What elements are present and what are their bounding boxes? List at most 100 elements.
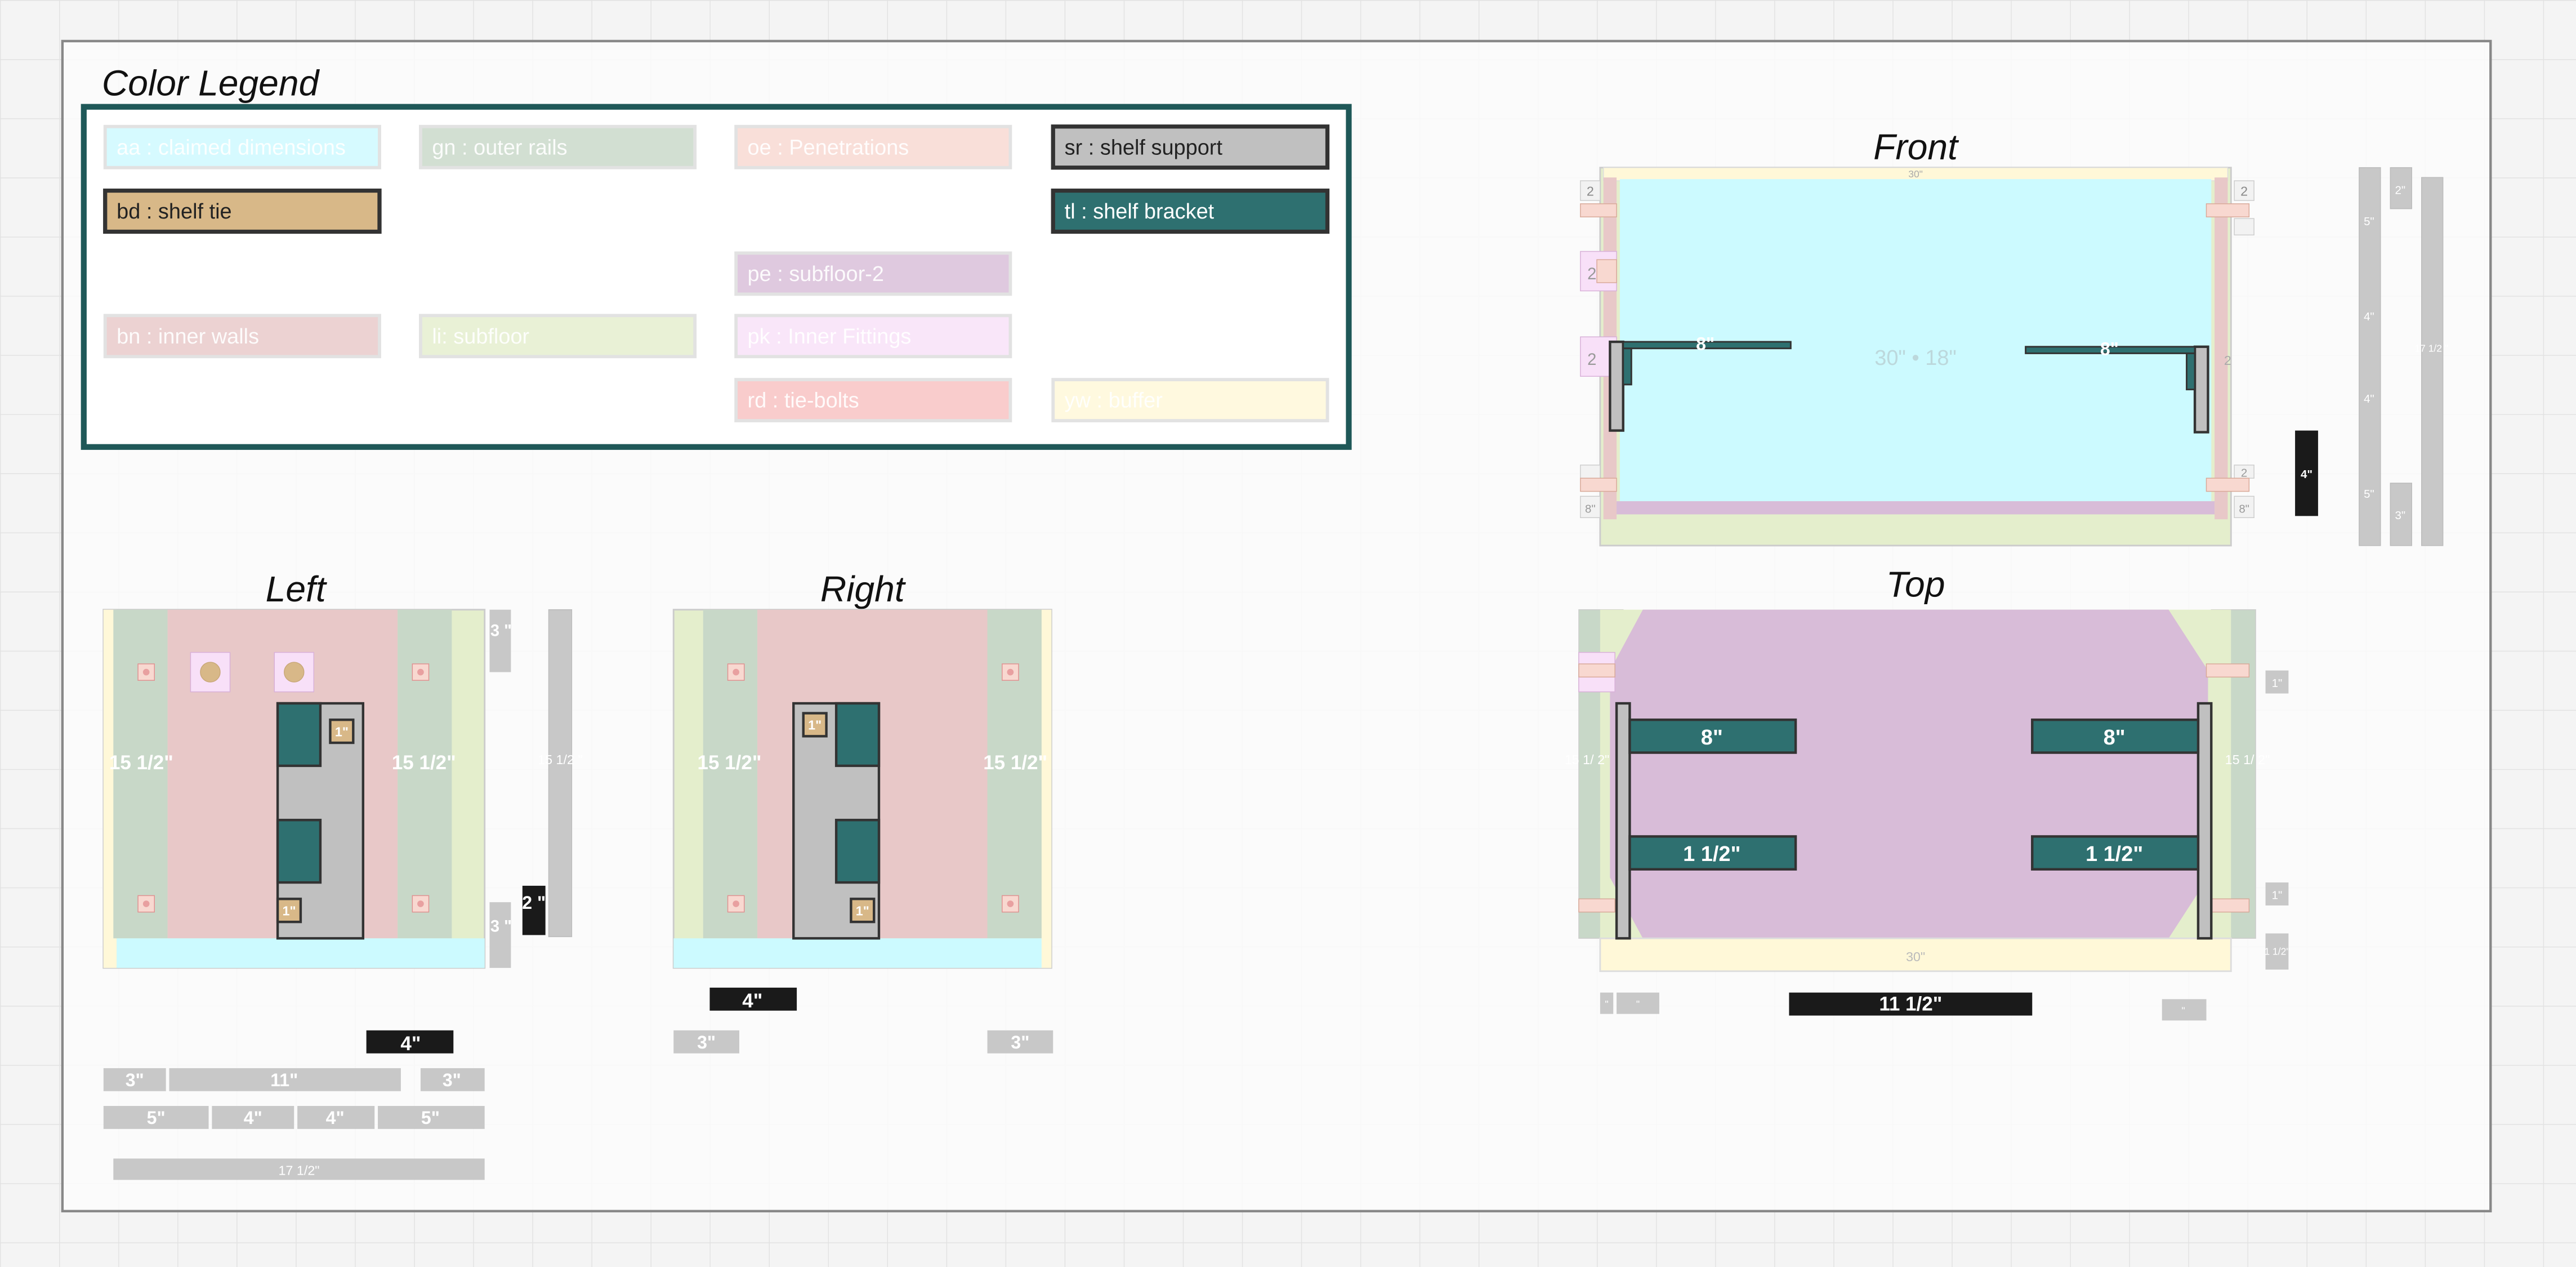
front-mark-box <box>1580 465 1601 479</box>
front-mark: 2 <box>2224 353 2231 368</box>
right-penetration-dot <box>1007 900 1014 907</box>
front-dim-label: 5" <box>2364 216 2374 228</box>
top-penetration <box>1578 898 1615 913</box>
legend-label-pe: pe : subfloor-2 <box>748 262 884 286</box>
top-dim-label: 1 1/2" <box>2264 946 2289 957</box>
right-outer-rail <box>703 609 758 939</box>
front-right-wall <box>2215 177 2228 520</box>
front-dim-label: 2" <box>2395 184 2406 197</box>
front-dim-tall <box>2421 177 2444 546</box>
front-mark: 8" <box>2239 503 2249 516</box>
left-shelf-bracket <box>276 702 322 768</box>
legend-label-tl: tl : shelf bracket <box>1065 200 1215 224</box>
left-dim-tall <box>548 609 573 938</box>
right-outer-rail <box>987 609 1042 939</box>
legend-label-rd: rd : tie-bolts <box>748 389 859 413</box>
right-dim-dark-label: 4" <box>742 990 762 1012</box>
top-bracket-label: 8" <box>2104 726 2126 750</box>
top-side-label: 15 1/ 2" <box>2225 752 2270 767</box>
left-dim-label: 11" <box>270 1070 298 1090</box>
right-view-title: Right <box>820 569 907 609</box>
top-side-label: 15 1/ 2" <box>1565 752 1610 767</box>
left-dim-label: 5" <box>147 1108 166 1128</box>
front-mark: 2 <box>1587 184 1594 198</box>
front-penetration <box>2206 478 2250 492</box>
left-dim-label: 4" <box>326 1108 345 1128</box>
front-mark: 8" <box>1585 503 1596 516</box>
front-dim-dark-label: 4" <box>2301 469 2312 481</box>
front-mark: 2 <box>2241 467 2247 479</box>
left-dim-label: 17 1/2" <box>278 1163 319 1178</box>
front-penetration <box>2206 203 2250 217</box>
legend-label-yw: yw : buffer <box>1065 389 1163 413</box>
legend-title: Color Legend <box>102 63 320 103</box>
left-penetration-dot <box>417 668 424 676</box>
right-shelf-bracket <box>834 819 881 884</box>
right-penetration-dot <box>733 668 739 676</box>
left-outer-rail <box>113 609 168 939</box>
front-bracket-leg-left <box>1622 347 1632 386</box>
left-dim-label: 4" <box>244 1108 262 1128</box>
top-bracket-label: 1 1/2" <box>2086 842 2143 866</box>
front-penetration <box>1596 259 1617 283</box>
left-tie-label: 1" <box>282 903 296 918</box>
right-penetration-dot <box>733 900 739 907</box>
left-penetration-dot <box>417 900 424 907</box>
top-shelf-support-right <box>2196 702 2213 940</box>
left-dim-label: 3" <box>126 1070 144 1090</box>
right-tie-label: 1" <box>856 903 869 918</box>
top-dim-dark-label: 11 1/2" <box>1879 993 1942 1015</box>
legend-label-aa: aa : claimed dimensions <box>117 136 346 159</box>
left-view-title: Left <box>266 569 328 609</box>
left-dim-dark-label: 4" <box>400 1033 421 1055</box>
left-dim-label: 3 " <box>490 622 512 640</box>
front-dim-label: 4" <box>2364 311 2374 323</box>
left-penetration-dot <box>142 668 150 676</box>
front-mark-box <box>2234 218 2254 236</box>
front-dim-label: 5" <box>2364 488 2374 501</box>
front-view-title: Front <box>1873 127 1959 167</box>
top-bracket-label: 1 1/2" <box>1683 842 1740 866</box>
design-canvas: Color Legend aa : claimed dimensions gn :… <box>0 0 2576 1267</box>
legend-label-gn: gn : outer rails <box>432 136 567 159</box>
right-dim-label: 3" <box>697 1032 716 1052</box>
right-penetration-dot <box>1007 668 1014 676</box>
legend-label-sr: sr : shelf support <box>1065 136 1223 159</box>
front-mark: 2 <box>1587 265 1596 283</box>
front-penetration <box>1580 478 1617 492</box>
top-penetration <box>1578 663 1615 678</box>
front-subfloor-2 <box>1617 501 2215 515</box>
front-dim-label: 3" <box>2395 510 2406 522</box>
legend-label-bn: bn : inner walls <box>117 325 259 349</box>
front-top-label: 30" <box>1908 168 1923 180</box>
left-dim-dark-small-label: 2 " <box>522 893 546 913</box>
front-shelf-support-left <box>1609 340 1624 432</box>
top-bracket-label: 8" <box>1701 726 1723 750</box>
legend-label-bd: bd : shelf tie <box>117 200 231 224</box>
right-dim-label: 3" <box>1011 1032 1029 1052</box>
front-bracket-label: 8" <box>1696 334 1715 354</box>
front-shelf-support-right <box>2193 345 2209 434</box>
top-penetration <box>2206 898 2250 913</box>
left-side-label: 15 1/2" <box>109 752 173 774</box>
top-dim-label: 1" <box>2272 889 2283 902</box>
legend-label-oe: oe : Penetrations <box>748 136 909 159</box>
front-bracket-leg-right <box>2186 352 2196 391</box>
front-bracket-label: 8" <box>2100 338 2119 359</box>
left-dim-label: 3 " <box>490 918 512 936</box>
top-penetration <box>2206 663 2250 678</box>
left-tie-bolt <box>200 662 221 682</box>
top-subfloor-2 <box>1610 609 2208 939</box>
right-tie-label: 1" <box>808 718 822 733</box>
right-side-label: 15 1/2" <box>698 752 762 774</box>
left-penetration-dot <box>142 900 150 907</box>
left-dim-label: 5" <box>421 1108 440 1128</box>
top-bottom-label: 30" <box>1906 949 1925 964</box>
left-dim-label: 3" <box>443 1070 461 1090</box>
top-view-title: Top <box>1886 564 1945 604</box>
left-tie-label: 1" <box>335 724 349 739</box>
left-side-label: 15 1/2" <box>392 752 456 774</box>
front-penetration <box>1580 203 1617 217</box>
front-dim-label: 4" <box>2364 393 2374 405</box>
top-view: Top 30" 15 1/ 2" 15 1/ 2" 8" 1 1/2" 8" 1… <box>1565 564 2290 1021</box>
